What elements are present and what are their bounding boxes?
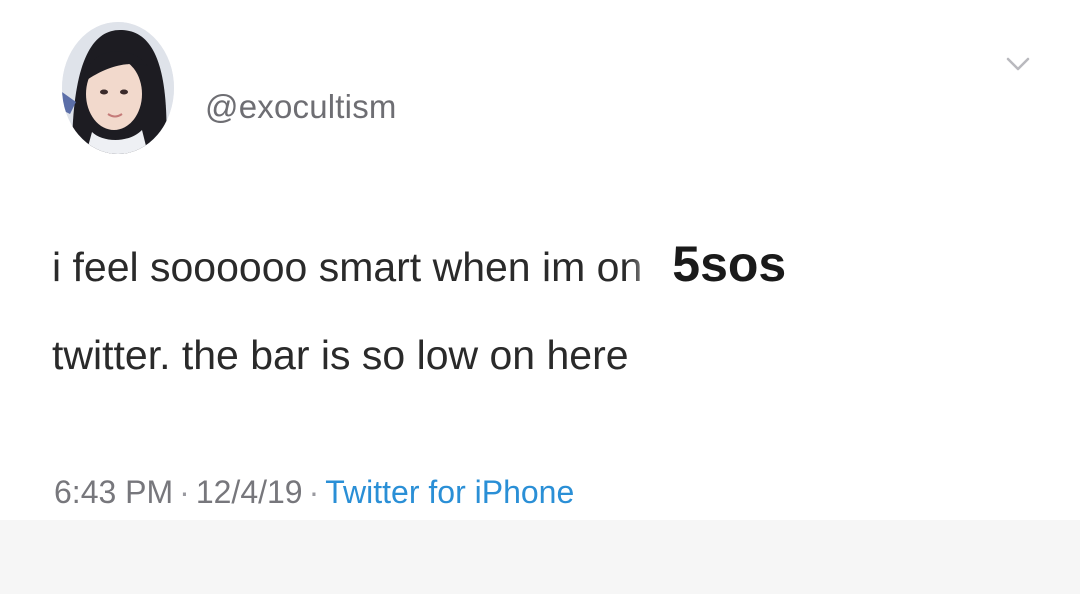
- tweet-time: 6:43 PM: [54, 474, 174, 510]
- tweet-text-line-2: twitter. the bar is so low on here: [52, 332, 629, 378]
- meta-separator: ·: [179, 474, 190, 510]
- username-handle[interactable]: @exocultism: [205, 88, 397, 126]
- tweet-metadata: 6:43 PM · 12/4/19 · Twitter for iPhone: [54, 474, 574, 511]
- bottom-strip: [0, 520, 1080, 594]
- tweet-card: @exocultism i feel soooooo smart when im…: [0, 0, 1080, 520]
- meta-separator-2: ·: [308, 474, 320, 510]
- tweet-source-link[interactable]: Twitter for iPhone: [325, 474, 574, 510]
- tweet-date: 12/4/19: [195, 474, 303, 510]
- tweet-text-line-1-body: i feel soooooo smart when im on: [52, 244, 643, 290]
- avatar-photo: [62, 22, 174, 154]
- edited-overlay-word: 5sos: [658, 220, 801, 308]
- tweet-text-line-1: i feel soooooo smart when im on 5sos: [52, 220, 1052, 311]
- avatar[interactable]: [62, 22, 174, 154]
- tweet-text: i feel soooooo smart when im on 5sos twit…: [52, 220, 1052, 399]
- chevron-down-icon[interactable]: [1000, 50, 1036, 78]
